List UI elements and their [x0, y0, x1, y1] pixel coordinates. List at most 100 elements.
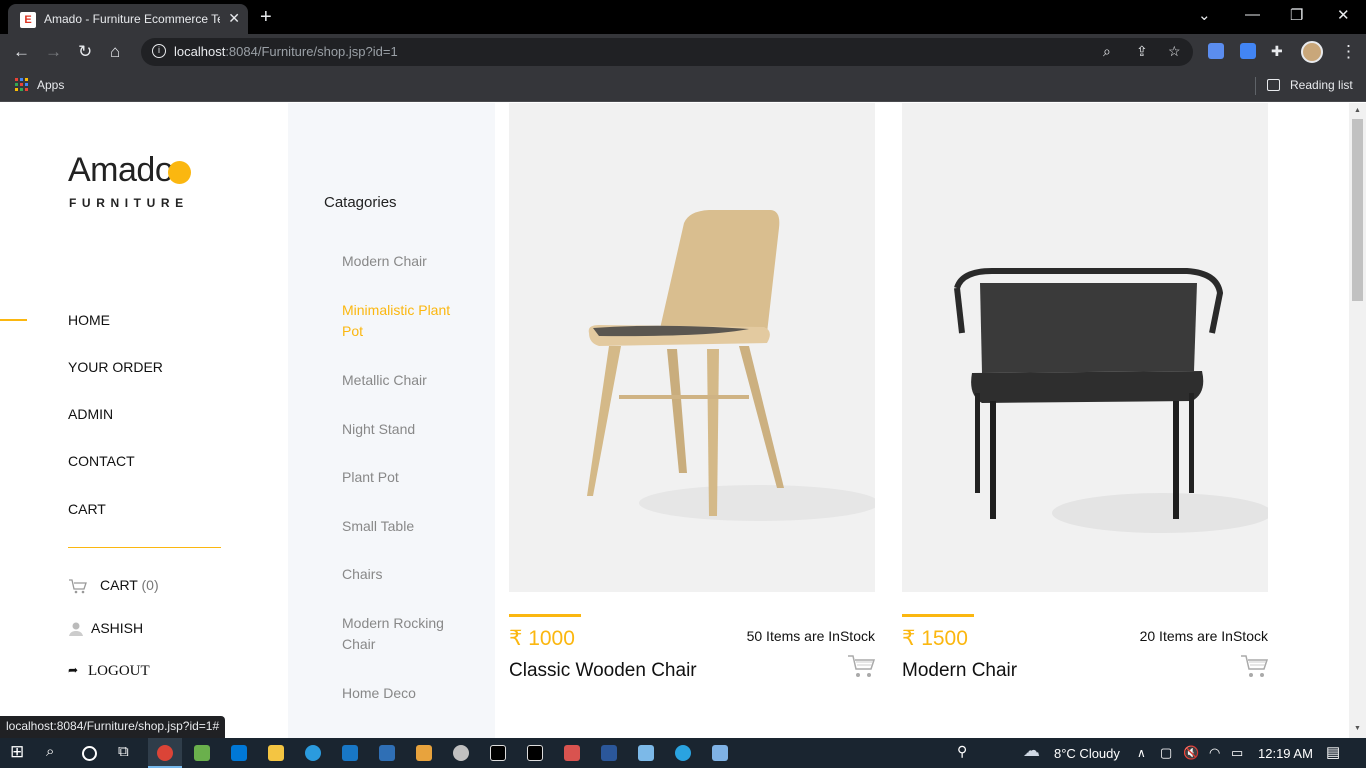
apps-bookmark[interactable]: Apps [37, 78, 64, 92]
extensions-puzzle-icon[interactable]: ✚ [1271, 43, 1283, 60]
zoom-icon[interactable]: ⌕ [1103, 43, 1111, 60]
scroll-up-icon[interactable]: ▲ [1354, 107, 1361, 114]
nav-admin[interactable]: ADMIN [68, 406, 113, 422]
cloudy-weather-icon[interactable]: ☁ [1023, 741, 1040, 761]
home-icon[interactable]: ⌂ [110, 42, 120, 62]
product-name[interactable]: Modern Chair [902, 660, 1017, 682]
product-name[interactable]: Classic Wooden Chair [509, 660, 697, 682]
nav-contact[interactable]: CONTACT [68, 453, 135, 469]
category-chairs[interactable]: Chairs [342, 564, 472, 585]
nav-home[interactable]: HOME [68, 312, 110, 328]
tab-close-icon[interactable]: ✕ [228, 10, 240, 27]
store-icon[interactable] [231, 745, 247, 761]
minimize-icon[interactable]: — [1245, 6, 1260, 23]
reading-list-button[interactable]: Reading list [1290, 78, 1353, 92]
scroll-thumb[interactable] [1352, 119, 1363, 301]
meet-now-icon[interactable]: ▢ [1160, 745, 1172, 761]
new-tab-icon[interactable]: + [260, 6, 272, 29]
volume-muted-icon[interactable]: 🔇 [1183, 745, 1199, 761]
scroll-down-icon[interactable]: ▼ [1354, 725, 1361, 732]
app-icon[interactable] [379, 745, 395, 761]
bookmark-star-icon[interactable]: ☆ [1168, 43, 1181, 60]
search-icon[interactable]: ⌕ [46, 743, 54, 760]
intellij-icon[interactable] [527, 745, 543, 761]
windows-start-icon[interactable]: ⊞ [10, 742, 24, 762]
url-text[interactable]: localhost:8084/Furniture/shop.jsp?id=1 [174, 44, 398, 59]
task-view-icon[interactable]: ⧉ [118, 743, 129, 760]
product-price: ₹ 1500 [902, 627, 968, 650]
wooden-chair-image [587, 210, 875, 521]
reading-list-icon[interactable] [1267, 79, 1280, 91]
product-stock: 20 Items are InStock [1139, 628, 1268, 644]
chrome-menu-icon[interactable]: ⋮ [1340, 42, 1357, 62]
cortana-icon[interactable] [82, 746, 97, 761]
chrome-icon[interactable] [157, 745, 173, 761]
nav-divider [68, 547, 221, 548]
back-icon[interactable]: ← [13, 42, 30, 62]
categories-panel: Catagories Modern Chair Minimalistic Pla… [288, 103, 495, 738]
clock-time[interactable]: 12:19 AM [1258, 746, 1313, 761]
price-accent-line [902, 614, 974, 617]
virtualbox-icon[interactable] [712, 745, 728, 761]
edge-icon[interactable] [305, 745, 321, 761]
product-price: ₹ 1000 [509, 627, 575, 650]
category-modern-chair[interactable]: Modern Chair [342, 251, 472, 272]
tab-title: Amado - Furniture Ecommerce Te [44, 12, 220, 26]
bluestacks-icon[interactable] [194, 745, 210, 761]
nav-your-order[interactable]: YOUR ORDER [68, 359, 163, 375]
forward-icon[interactable]: → [45, 42, 62, 62]
add-to-cart-icon[interactable] [847, 653, 875, 679]
people-icon[interactable]: ⚲ [957, 743, 967, 760]
category-plant-pot[interactable]: Plant Pot [342, 467, 472, 488]
notifications-icon[interactable]: ▤ [1326, 743, 1340, 761]
category-minimalistic-plant-pot[interactable]: Minimalistic Plant Pot [342, 300, 472, 342]
logo-subtitle: FURNITURE [69, 196, 189, 210]
site-info-icon[interactable]: i [152, 44, 166, 58]
media-icon[interactable] [453, 745, 469, 761]
page-scrollbar[interactable]: ▲ ▼ [1349, 103, 1366, 738]
weather-text[interactable]: 8°C Cloudy [1054, 746, 1120, 761]
browser-tab[interactable]: E Amado - Furniture Ecommerce Te ✕ [8, 4, 248, 34]
browser-toolbar: ← → ↻ ⌂ i localhost:8084/Furniture/shop.… [0, 34, 1366, 70]
reload-icon[interactable]: ↻ [78, 42, 92, 62]
extension-cube-icon[interactable] [1208, 43, 1224, 59]
tray-chevron-icon[interactable]: ∧ [1137, 746, 1146, 760]
battery-icon[interactable]: ▭ [1231, 745, 1243, 761]
pycharm-icon[interactable] [490, 745, 506, 761]
category-home-deco[interactable]: Home Deco [342, 683, 472, 704]
sublime-icon[interactable] [416, 745, 432, 761]
nav-active-indicator [0, 319, 27, 321]
app-red-icon[interactable] [564, 745, 580, 761]
share-icon[interactable]: ⇪ [1136, 43, 1148, 60]
logout-icon: ➦ [68, 663, 79, 677]
category-small-table[interactable]: Small Table [342, 516, 472, 537]
address-bar[interactable]: i localhost:8084/Furniture/shop.jsp?id=1… [141, 38, 1193, 66]
file-explorer-icon[interactable] [268, 745, 284, 761]
category-night-stand[interactable]: Night Stand [342, 419, 472, 440]
close-window-icon[interactable]: ✕ [1337, 6, 1350, 24]
logo-text[interactable]: Amado [68, 151, 174, 190]
user-name: ASHISH [91, 620, 144, 636]
product-image[interactable] [902, 103, 1268, 592]
add-to-cart-icon[interactable] [1240, 653, 1268, 679]
apps-grid-icon[interactable] [15, 78, 28, 91]
restore-icon[interactable]: ❐ [1290, 6, 1303, 24]
modern-chair-image [954, 268, 1268, 533]
category-metallic-chair[interactable]: Metallic Chair [342, 370, 472, 391]
tab-search-chevron-icon[interactable]: ⌄ [1198, 6, 1211, 24]
nav-cart[interactable]: CART [68, 501, 106, 517]
browser-tab-strip: E Amado - Furniture Ecommerce Te ✕ + ⌄ —… [0, 0, 1366, 34]
translate-extension-icon[interactable] [1240, 43, 1256, 59]
word-icon[interactable] [601, 745, 617, 761]
notepad-icon[interactable] [638, 745, 654, 761]
product-image[interactable] [509, 103, 875, 592]
price-accent-line [509, 614, 581, 617]
bookmarks-bar: Apps Reading list [0, 70, 1366, 102]
telegram-icon[interactable] [675, 745, 691, 761]
profile-avatar[interactable] [1301, 41, 1323, 63]
favicon-icon: E [20, 12, 36, 28]
category-modern-rocking-chair[interactable]: Modern Rocking Chair [342, 613, 462, 655]
mail-icon[interactable] [342, 745, 358, 761]
windows-taskbar: ⊞ ⌕ ⧉ ⚲ ☁ 8°C Cloudy ∧ ▢ 🔇 ◠ ▭ 12:19 AM … [0, 738, 1366, 768]
wifi-icon[interactable]: ◠ [1209, 745, 1220, 761]
